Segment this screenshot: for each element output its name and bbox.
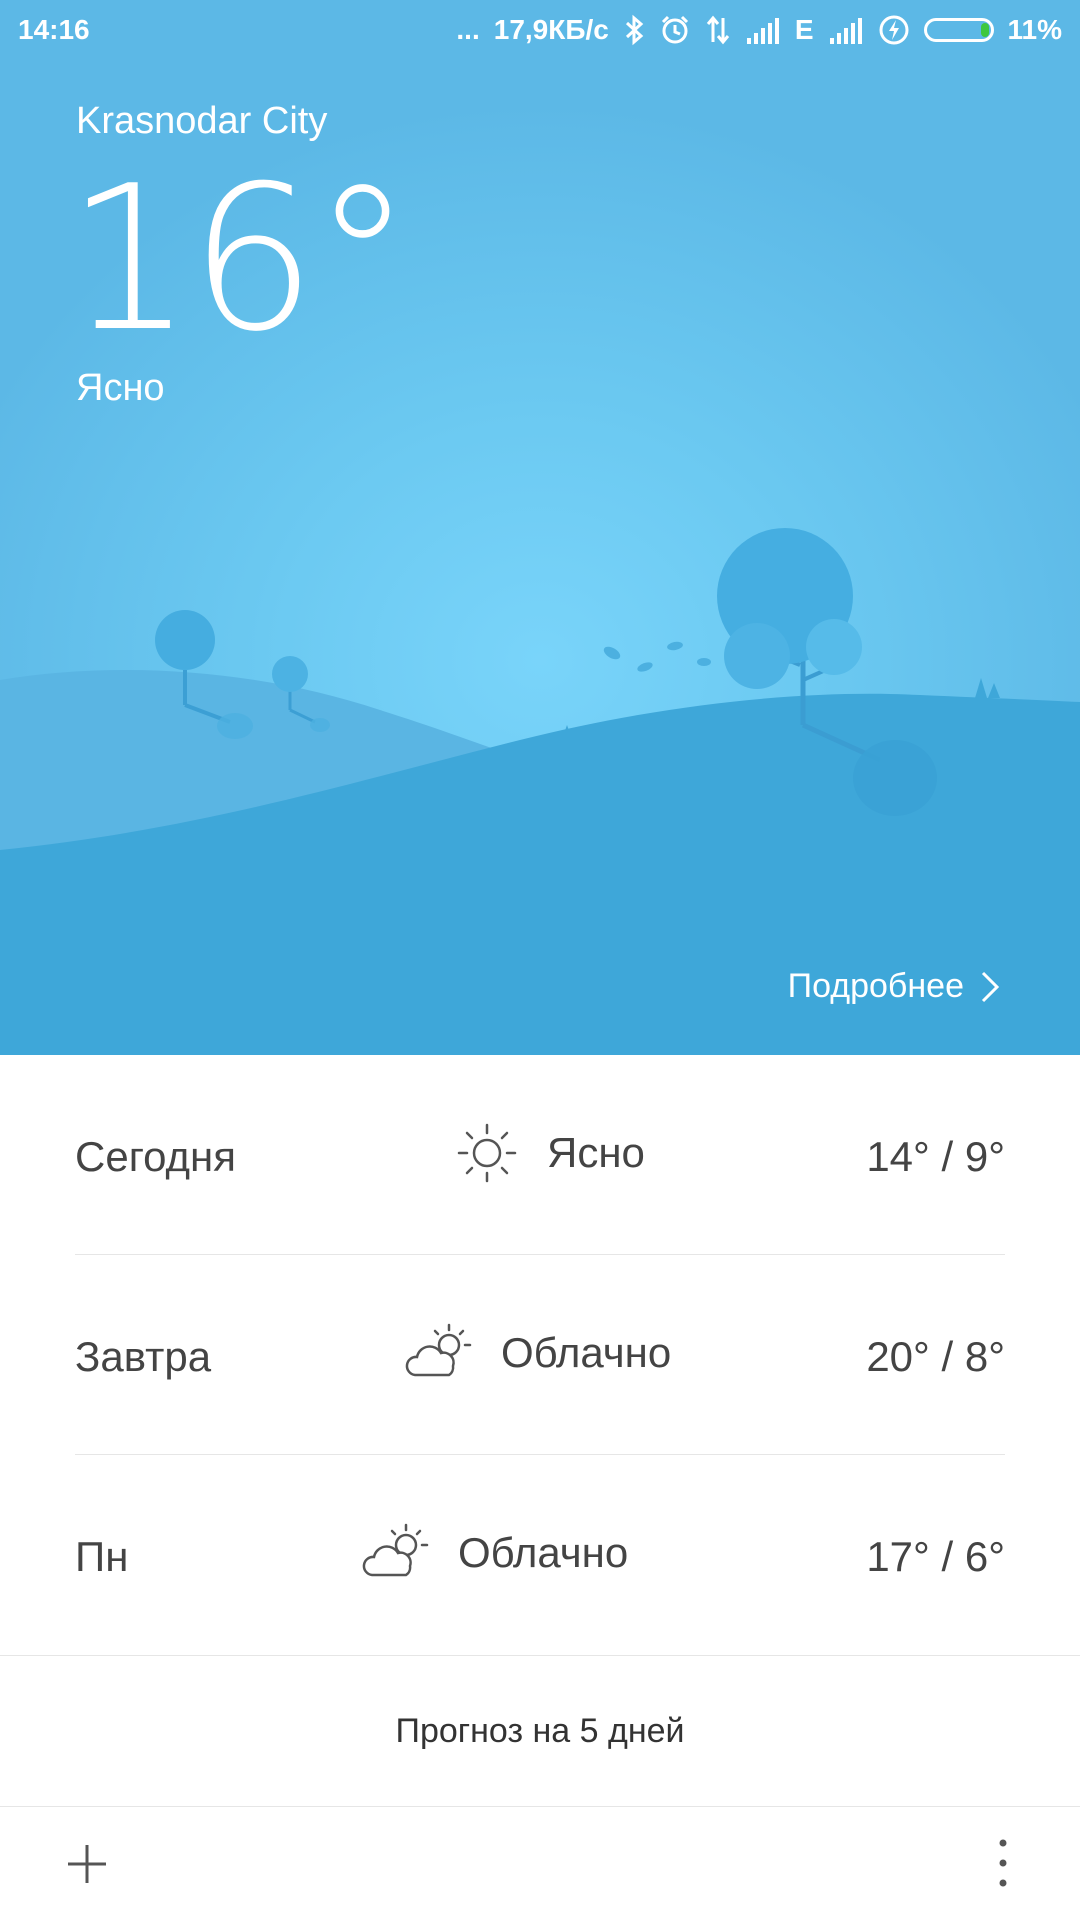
network-type: E: [794, 14, 814, 45]
forecast-temp-range: 14° / 9°: [866, 1133, 1005, 1180]
bottom-toolbar: [0, 1807, 1080, 1920]
forecast-condition: Облачно: [501, 1329, 672, 1376]
signal-icon: [746, 18, 779, 44]
details-label: Подробнее: [787, 967, 964, 1005]
forecast-list: Сегодня Ясно 14° / 9° Завтра Облачно 20°…: [0, 1055, 1080, 1654]
forecast-row-tomorrow[interactable]: Завтра Облачно 20° / 8°: [75, 1255, 1005, 1455]
forecast-row-monday[interactable]: Пн Облачно 17° / 6°: [75, 1455, 1005, 1654]
details-link[interactable]: Подробнее: [788, 967, 1000, 1006]
five-day-forecast-button[interactable]: Прогноз на 5 дней: [0, 1656, 1080, 1807]
status-time: 14:16: [18, 14, 90, 45]
forecast-row-today[interactable]: Сегодня Ясно 14° / 9°: [75, 1055, 1005, 1255]
charging-icon: [879, 15, 908, 45]
battery-icon: [923, 18, 994, 42]
current-temperature: 16°: [66, 143, 412, 376]
current-condition: Ясно: [76, 367, 165, 409]
forecast-day: Пн: [75, 1533, 129, 1580]
bluetooth-icon: [625, 14, 644, 46]
battery-percent: 11%: [1007, 14, 1063, 45]
alarm-icon: [661, 15, 688, 44]
forecast-condition: Ясно: [547, 1129, 645, 1176]
network-speed: 17,9КБ/с: [493, 14, 609, 45]
weather-hero: 14:16 ... 17,9КБ/с E 11% Krasnodar City …: [0, 0, 1080, 1055]
forecast-temp-range: 20° / 8°: [866, 1333, 1005, 1380]
forecast-condition: Облачно: [458, 1529, 629, 1576]
data-transfer-icon: [706, 15, 729, 45]
chevron-right-icon: [981, 971, 1000, 1002]
status-more-indicator: ...: [456, 14, 480, 45]
partly-cloudy-icon: [405, 1323, 472, 1377]
city-name[interactable]: Krasnodar City: [76, 100, 327, 143]
sun-icon: [457, 1123, 517, 1183]
status-bar: 14:16 ... 17,9КБ/с E 11%: [0, 0, 1080, 62]
signal-icon: [829, 18, 862, 44]
forecast-day: Сегодня: [75, 1133, 236, 1180]
forecast-temp-range: 17° / 6°: [866, 1533, 1005, 1580]
forecast-day: Завтра: [75, 1333, 212, 1380]
more-vertical-icon[interactable]: [988, 1833, 1018, 1893]
plus-icon[interactable]: [62, 1839, 112, 1889]
partly-cloudy-icon: [362, 1523, 429, 1577]
